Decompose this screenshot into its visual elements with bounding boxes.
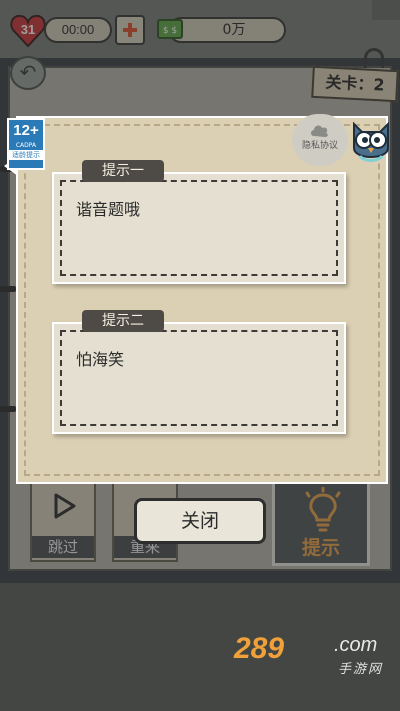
hint-box-2 (52, 322, 346, 434)
hint-box-1 (52, 172, 346, 284)
hint-text-1: 谐音题哦 (76, 200, 141, 219)
age-note: 适龄提示 (9, 150, 43, 160)
privacy-label: 隐私协议 (301, 141, 338, 151)
cloud-icon (311, 125, 328, 137)
hint-box-border (60, 330, 338, 426)
close-button[interactable]: 关闭 (134, 498, 266, 544)
owl-icon[interactable] (348, 118, 394, 166)
watermark-number: 289 (234, 632, 285, 665)
age-rating: 12+ (13, 122, 39, 139)
hint-title-2: 提示二 (82, 310, 164, 332)
watermark-subtitle: 手游网 (338, 662, 384, 677)
hint-title-1: 提示一 (82, 160, 164, 182)
watermark-domain: .com (334, 634, 378, 656)
privacy-button[interactable]: 隐私协议 (292, 114, 348, 166)
site-watermark: 289 .com 手游网 (234, 632, 384, 678)
age-rating-badge: 12+ CADPA 适龄提示 (7, 118, 45, 170)
hint-box-border (60, 180, 338, 276)
hint-text-2: 怕海笑 (76, 350, 125, 369)
age-org: CADPA (15, 142, 37, 149)
